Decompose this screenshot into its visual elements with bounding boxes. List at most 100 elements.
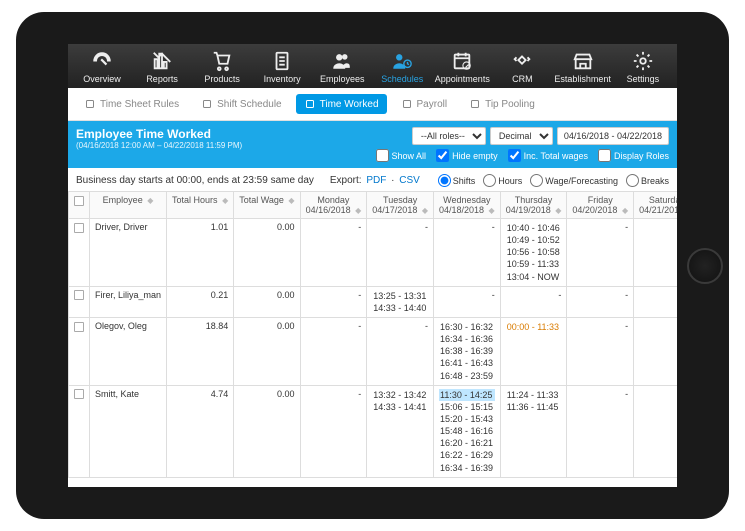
tablet-device: OverviewReportsProductsInventoryEmployee…	[0, 0, 745, 531]
shift-entry[interactable]: 11:36 - 11:45	[506, 401, 562, 413]
col-thursday[interactable]: Thursday04/19/2018 ◆	[500, 192, 567, 219]
nav-reports[interactable]: Reports	[134, 48, 190, 86]
shift-entry[interactable]: 14:33 - 14:41	[372, 401, 428, 413]
nav-employees[interactable]: Employees	[314, 48, 370, 86]
radio[interactable]	[530, 174, 543, 187]
nav-settings[interactable]: Settings	[615, 48, 671, 86]
shift-entry[interactable]: 11:24 - 11:33	[506, 389, 562, 401]
viewmode-hours[interactable]: Hours	[483, 174, 522, 187]
page-subtitle: (04/16/2018 12:00 AM – 04/22/2018 11:59 …	[76, 141, 242, 150]
checkbox[interactable]	[508, 149, 521, 162]
shift-entry[interactable]: 15:20 - 15:43	[439, 413, 495, 425]
day-cell: -	[367, 317, 434, 385]
day-cell: -	[300, 286, 367, 317]
row-checkbox[interactable]	[74, 223, 84, 233]
employee-cell: Smitt, Kate	[90, 385, 167, 477]
wage-cell: 0.00	[234, 286, 300, 317]
table-wrap[interactable]: Employee ◆Total Hours ◆Total Wage ◆Monda…	[68, 191, 677, 487]
subtab-tip-pooling[interactable]: Tip Pooling	[461, 94, 543, 114]
format-select[interactable]: Decimal	[490, 127, 553, 145]
shift-entry[interactable]: 16:30 - 16:32	[439, 321, 495, 333]
export-pdf[interactable]: PDF	[366, 175, 386, 186]
export-csv[interactable]: CSV	[399, 175, 420, 186]
shift-entry[interactable]: 16:34 - 16:39	[439, 462, 495, 474]
subtab-payroll[interactable]: Payroll	[393, 94, 456, 114]
header-checks: Show All Hide empty Inc. Total wages Displa…	[376, 149, 669, 162]
shift-entry[interactable]: 16:34 - 16:36	[439, 333, 495, 345]
header-right: --All roles-- Decimal 04/16/2018 - 04/22…	[376, 127, 669, 162]
time-table: Employee ◆Total Hours ◆Total Wage ◆Monda…	[68, 191, 677, 478]
col-saturday[interactable]: Saturday04/21/2018 ◆	[634, 192, 677, 219]
shift-entry[interactable]: 10:59 - 11:33	[506, 258, 562, 270]
row-checkbox-cell	[69, 317, 90, 385]
check-show-all[interactable]: Show All	[376, 149, 427, 162]
shift-entry[interactable]: 13:04 - NOW	[506, 271, 562, 283]
employee-cell: Firer, Liliya_man	[90, 286, 167, 317]
col-total-hours[interactable]: Total Hours ◆	[167, 192, 234, 219]
day-cell: -	[567, 286, 634, 317]
check-inc--total-wages[interactable]: Inc. Total wages	[508, 149, 588, 162]
subtab-time-sheet-rules[interactable]: Time Sheet Rules	[76, 94, 187, 114]
shift-entry[interactable]: 14:33 - 14:40	[372, 302, 428, 314]
col-tuesday[interactable]: Tuesday04/17/2018 ◆	[367, 192, 434, 219]
nav-overview[interactable]: Overview	[74, 48, 130, 86]
check-display-roles[interactable]: Display Roles	[598, 149, 669, 162]
row-checkbox[interactable]	[74, 290, 84, 300]
radio[interactable]	[483, 174, 496, 187]
nav-schedules[interactable]: Schedules	[374, 48, 430, 86]
row-checkbox[interactable]	[74, 389, 84, 399]
shift-entry[interactable]: 15:06 - 15:15	[439, 401, 495, 413]
day-cell: 10:40 - 10:4610:49 - 10:5210:56 - 10:581…	[500, 219, 567, 287]
shift-entry[interactable]: 15:48 - 16:16	[439, 425, 495, 437]
subtab-label: Time Sheet Rules	[100, 99, 179, 110]
nav-crm[interactable]: CRM	[494, 48, 550, 86]
shift-entry[interactable]: 10:56 - 10:58	[506, 246, 562, 258]
nav-inventory[interactable]: Inventory	[254, 48, 310, 86]
shift-entry[interactable]: 11:30 - 14:25	[439, 389, 495, 401]
role-select[interactable]: --All roles--	[412, 127, 486, 145]
radio[interactable]	[438, 174, 451, 187]
shift-entry[interactable]: 13:25 - 13:31	[372, 290, 428, 302]
shift-entry[interactable]: 10:49 - 10:52	[506, 234, 562, 246]
checkbox[interactable]	[436, 149, 449, 162]
shift-entry[interactable]: 16:22 - 16:29	[439, 449, 495, 461]
check-hide-empty[interactable]: Hide empty	[436, 149, 498, 162]
radio[interactable]	[626, 174, 639, 187]
shift-entry[interactable]: 16:38 - 16:39	[439, 345, 495, 357]
viewmode-wage-forecasting[interactable]: Wage/Forecasting	[530, 174, 618, 187]
checkbox-all[interactable]	[74, 196, 84, 206]
col-wednesday[interactable]: Wednesday04/18/2018 ◆	[433, 192, 500, 219]
checkbox[interactable]	[598, 149, 611, 162]
col-cb	[69, 192, 90, 219]
date-range[interactable]: 04/16/2018 - 04/22/2018	[557, 127, 669, 145]
col-monday[interactable]: Monday04/16/2018 ◆	[300, 192, 367, 219]
subtab-shift-schedule[interactable]: Shift Schedule	[193, 94, 290, 114]
table-row: Firer, Liliya_man0.210.00-13:25 - 13:311…	[69, 286, 678, 317]
viewmode-breaks[interactable]: Breaks	[626, 174, 669, 187]
shift-entry[interactable]: 10:40 - 10:46	[506, 222, 562, 234]
col-total-wage[interactable]: Total Wage ◆	[234, 192, 300, 219]
checkbox[interactable]	[376, 149, 389, 162]
home-button[interactable]	[687, 248, 723, 284]
row-checkbox[interactable]	[74, 322, 84, 332]
shift-entry[interactable]: 00:00 - 11:33	[506, 321, 562, 333]
day-cell: -	[433, 286, 500, 317]
nav-establishment[interactable]: Establishment	[554, 48, 611, 86]
shift-entry[interactable]: 16:41 - 16:43	[439, 357, 495, 369]
nav-products[interactable]: Products	[194, 48, 250, 86]
hours-cell: 18.84	[167, 317, 234, 385]
nav-label: Establishment	[554, 74, 611, 84]
col-friday[interactable]: Friday04/20/2018 ◆	[567, 192, 634, 219]
nav-label: CRM	[512, 74, 533, 84]
shift-entry[interactable]: 16:48 - 23:59	[439, 370, 495, 382]
header-bar: Employee Time Worked (04/16/2018 12:00 A…	[68, 121, 677, 168]
shift-entry[interactable]: 16:20 - 16:21	[439, 437, 495, 449]
day-cell: 13:32 - 13:4214:33 - 14:41	[367, 385, 434, 477]
viewmode-shifts[interactable]: Shifts	[438, 174, 476, 187]
hours-cell: 0.21	[167, 286, 234, 317]
nav-appointments[interactable]: Appointments	[434, 48, 490, 86]
col-employee[interactable]: Employee ◆	[90, 192, 167, 219]
shift-entry[interactable]: 13:32 - 13:42	[372, 389, 428, 401]
subtab-time-worked[interactable]: Time Worked	[296, 94, 387, 114]
export-block: Export: PDF · CSV	[330, 175, 422, 186]
